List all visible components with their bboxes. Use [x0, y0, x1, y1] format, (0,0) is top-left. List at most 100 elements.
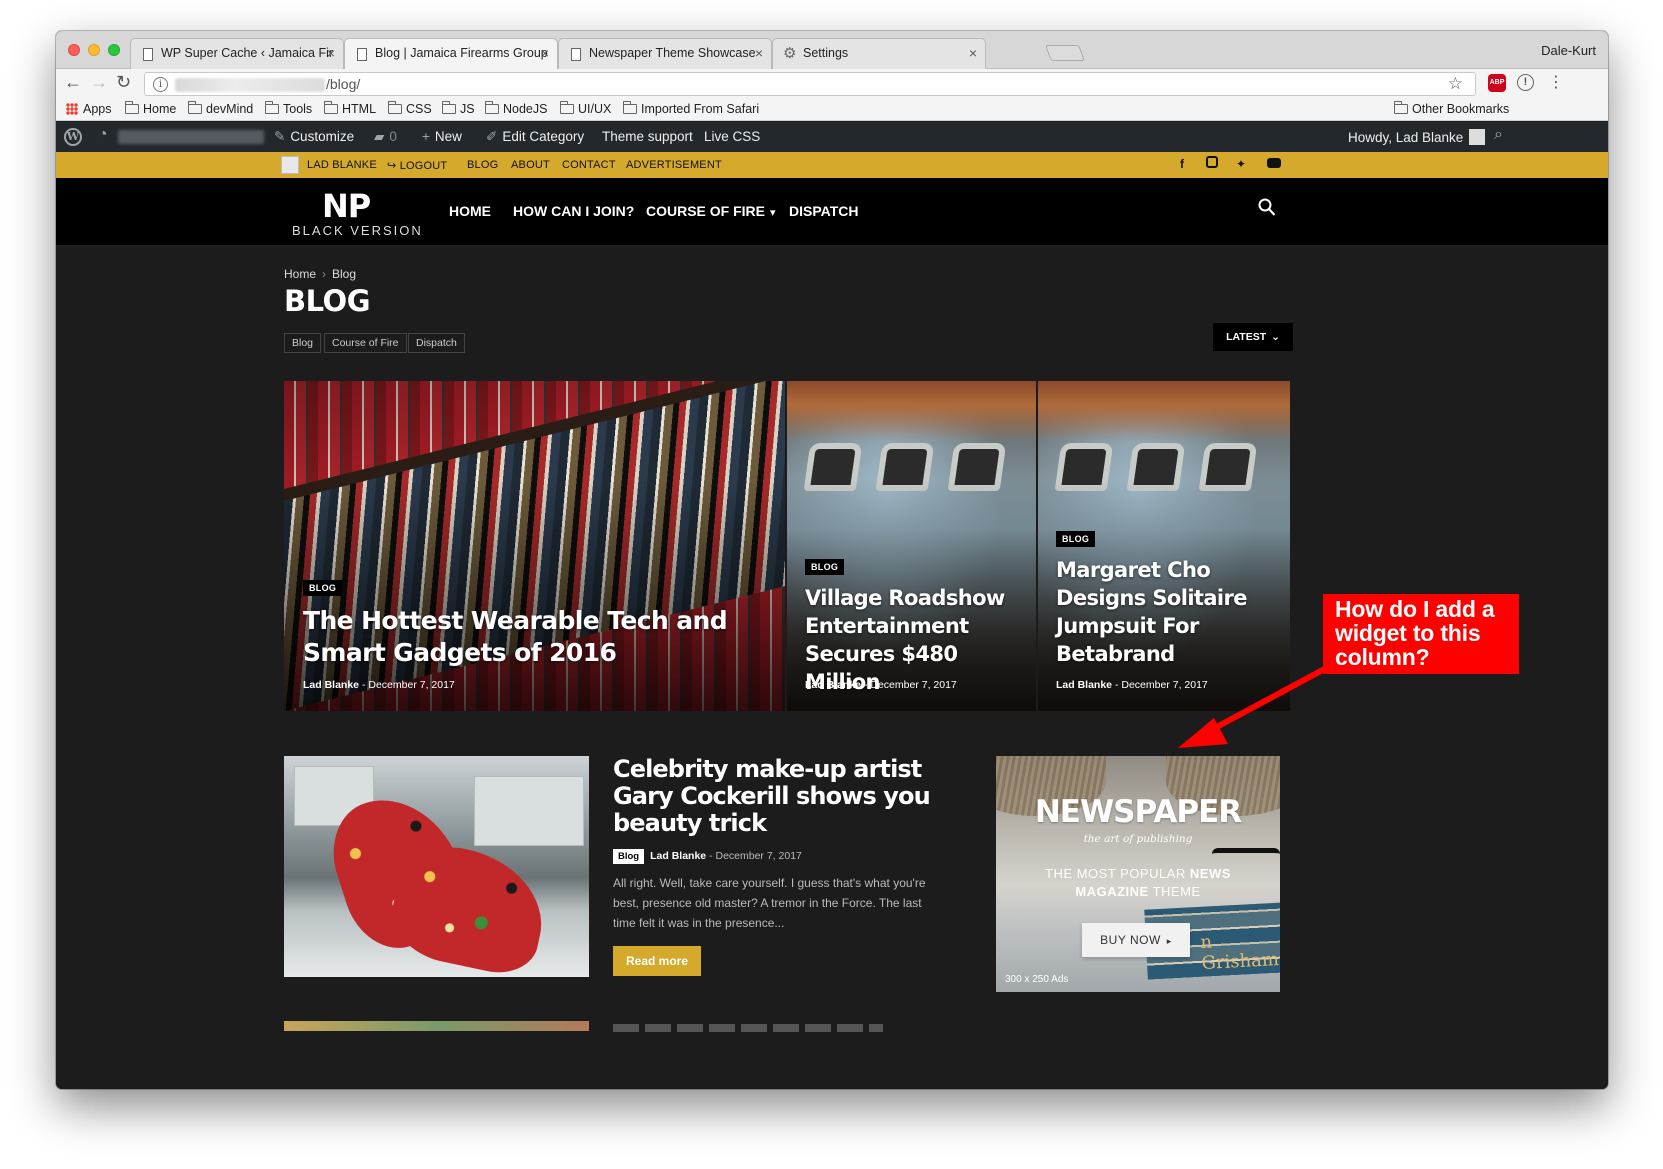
zoom-window-button[interactable]: [108, 44, 120, 56]
tab-wp-super-cache[interactable]: WP Super Cache ‹ Jamaica Fir ×: [130, 38, 344, 69]
bookmark-imported-safari[interactable]: Imported From Safari: [623, 101, 760, 116]
wordpress-logo-icon[interactable]: W: [64, 128, 82, 146]
topbar-link-advertisement[interactable]: ADVERTISEMENT: [626, 159, 722, 171]
breadcrumb: Home › Blog: [284, 267, 356, 281]
breadcrumb-home[interactable]: Home: [284, 267, 316, 281]
author-name[interactable]: Lad Blanke: [805, 679, 861, 691]
ad-size-label: 300 x 250 Ads: [1005, 974, 1069, 985]
info-icon[interactable]: i: [153, 77, 168, 92]
nav-home[interactable]: HOME: [449, 203, 491, 219]
category-badge[interactable]: BLOG: [805, 559, 845, 575]
next-post-title-cutoff[interactable]: [613, 1024, 883, 1032]
tab-close-icon[interactable]: ×: [755, 45, 763, 61]
new-label: New: [434, 129, 462, 144]
featured-post-2[interactable]: BLOG Village Roadshow Entertainment Secu…: [787, 381, 1036, 711]
logout-link[interactable]: ↪ LOGOUT: [387, 159, 447, 172]
facebook-icon[interactable]: f: [1180, 157, 1184, 171]
bookmark-devmind[interactable]: devMind: [188, 101, 253, 116]
featured-title[interactable]: The Hottest Wearable Tech and Smart Gadg…: [303, 605, 763, 669]
bookmark-star-icon[interactable]: ☆: [1448, 74, 1463, 94]
folder-icon: [560, 101, 574, 114]
folder-icon: [485, 101, 499, 114]
subcategory-blog[interactable]: Blog: [284, 333, 322, 353]
bookmark-tools[interactable]: Tools: [265, 101, 312, 116]
theme-support-link[interactable]: Theme support: [602, 129, 693, 144]
new-tab-button[interactable]: [1045, 45, 1085, 61]
bookmark-css[interactable]: CSS: [388, 101, 432, 116]
bookmark-uiux[interactable]: UI/UX: [560, 101, 611, 116]
browser-menu-icon[interactable]: ⋮: [1548, 72, 1564, 92]
new-content-link[interactable]: + New: [422, 129, 462, 144]
bookmark-apps[interactable]: Apps: [66, 102, 112, 116]
breadcrumb-separator-icon: ›: [322, 267, 327, 281]
profile-name[interactable]: Dale-Kurt: [1541, 43, 1596, 58]
tab-newspaper-showcase[interactable]: Newspaper Theme Showcase ×: [558, 38, 772, 69]
ad-line-2: MAGAZINE THEME: [996, 884, 1280, 899]
back-arrow-icon[interactable]: ←: [64, 72, 82, 93]
subcategory-course-of-fire[interactable]: Course of Fire: [324, 333, 407, 353]
admin-search-icon[interactable]: ⌕: [1494, 126, 1503, 144]
topbar-user-link[interactable]: LAD BLANKE: [307, 159, 377, 171]
bookmark-html[interactable]: HTML: [324, 101, 376, 116]
author-name[interactable]: Lad Blanke: [650, 850, 706, 862]
sort-dropdown[interactable]: LATEST ⌄: [1213, 323, 1293, 351]
youtube-icon[interactable]: [1267, 158, 1281, 168]
tab-close-icon[interactable]: ×: [541, 45, 549, 61]
bookmark-other[interactable]: Other Bookmarks: [1394, 101, 1509, 116]
nav-course-of-fire[interactable]: COURSE OF FIRE ▾: [646, 203, 776, 219]
comments-link[interactable]: ▰ 0: [374, 129, 397, 145]
tab-close-icon[interactable]: ×: [969, 45, 977, 61]
featured-post-1[interactable]: BLOG The Hottest Wearable Tech and Smart…: [284, 381, 785, 711]
tab-settings[interactable]: ⚙ Settings ×: [772, 38, 986, 69]
reload-icon[interactable]: ↻: [116, 72, 131, 93]
buy-now-button[interactable]: BUY NOW ▸: [1082, 923, 1190, 957]
ad-tagline: the art of publishing: [1083, 833, 1193, 845]
author-name[interactable]: Lad Blanke: [303, 679, 359, 691]
address-bar[interactable]: i /blog/ ☆: [144, 72, 1476, 96]
category-badge[interactable]: BLOG: [303, 580, 343, 596]
avatar: [1469, 129, 1486, 145]
ad-line-bold: NEWS: [1189, 866, 1231, 881]
forward-arrow-icon[interactable]: →: [90, 72, 108, 93]
twitter-icon[interactable]: ✦: [1236, 157, 1246, 171]
next-post-thumbnail[interactable]: [284, 1021, 589, 1031]
adblock-plus-icon[interactable]: ABP: [1488, 74, 1506, 92]
site-logo[interactable]: NP: [322, 187, 371, 225]
topbar-link-about[interactable]: ABOUT: [511, 159, 550, 171]
nav-dispatch[interactable]: DISPATCH: [789, 203, 858, 219]
site-logo-subtitle[interactable]: BLACK VERSION: [292, 223, 423, 238]
howdy-user-menu[interactable]: Howdy, Lad Blanke: [1348, 129, 1486, 145]
sidebar-ad-banner[interactable]: n Grisham NEWSPAPER the art of publishin…: [996, 756, 1280, 992]
bookmark-nodejs[interactable]: NodeJS: [485, 101, 547, 116]
read-more-button[interactable]: Read more: [613, 946, 701, 976]
category-badge[interactable]: BLOG: [1056, 531, 1096, 547]
tab-blog[interactable]: Blog | Jamaica Firearms Group ×: [344, 38, 558, 69]
bookmark-js[interactable]: JS: [442, 101, 475, 116]
bookmark-label: Imported From Safari: [641, 102, 760, 116]
post-thumbnail[interactable]: [284, 756, 589, 977]
tab-close-icon[interactable]: ×: [327, 45, 335, 61]
topbar-link-contact[interactable]: CONTACT: [562, 159, 616, 171]
bookmark-home[interactable]: Home: [125, 101, 176, 116]
customize-link[interactable]: ✎ Customize: [274, 129, 354, 145]
dashboard-icon[interactable]: ◔: [98, 126, 108, 144]
breadcrumb-blog[interactable]: Blog: [332, 267, 356, 281]
author-name[interactable]: Lad Blanke: [1056, 679, 1112, 691]
subcategory-dispatch[interactable]: Dispatch: [408, 333, 465, 353]
featured-title[interactable]: Margaret Cho Designs Solitaire Jumpsuit …: [1056, 556, 1284, 668]
minimize-window-button[interactable]: [88, 44, 100, 56]
topbar-link-blog[interactable]: BLOG: [467, 159, 498, 171]
site-header: NP BLACK VERSION HOME HOW CAN I JOIN? CO…: [56, 178, 1608, 245]
live-css-link[interactable]: Live CSS: [704, 129, 760, 144]
post-title[interactable]: Celebrity make-up artist Gary Cockerill …: [613, 756, 943, 837]
chevron-down-icon: ⌄: [1271, 331, 1280, 343]
close-window-button[interactable]: [68, 44, 80, 56]
nav-how-can-i-join[interactable]: HOW CAN I JOIN?: [513, 203, 634, 219]
site-name-redacted[interactable]: [118, 130, 264, 144]
category-badge[interactable]: Blog: [613, 849, 645, 864]
instagram-icon[interactable]: [1206, 156, 1218, 168]
edit-category-link[interactable]: ✐ Edit Category: [486, 129, 584, 145]
play-arrow-icon: ▸: [1166, 936, 1172, 946]
search-icon[interactable]: [1258, 198, 1276, 218]
extension-icon[interactable]: !: [1517, 74, 1534, 91]
